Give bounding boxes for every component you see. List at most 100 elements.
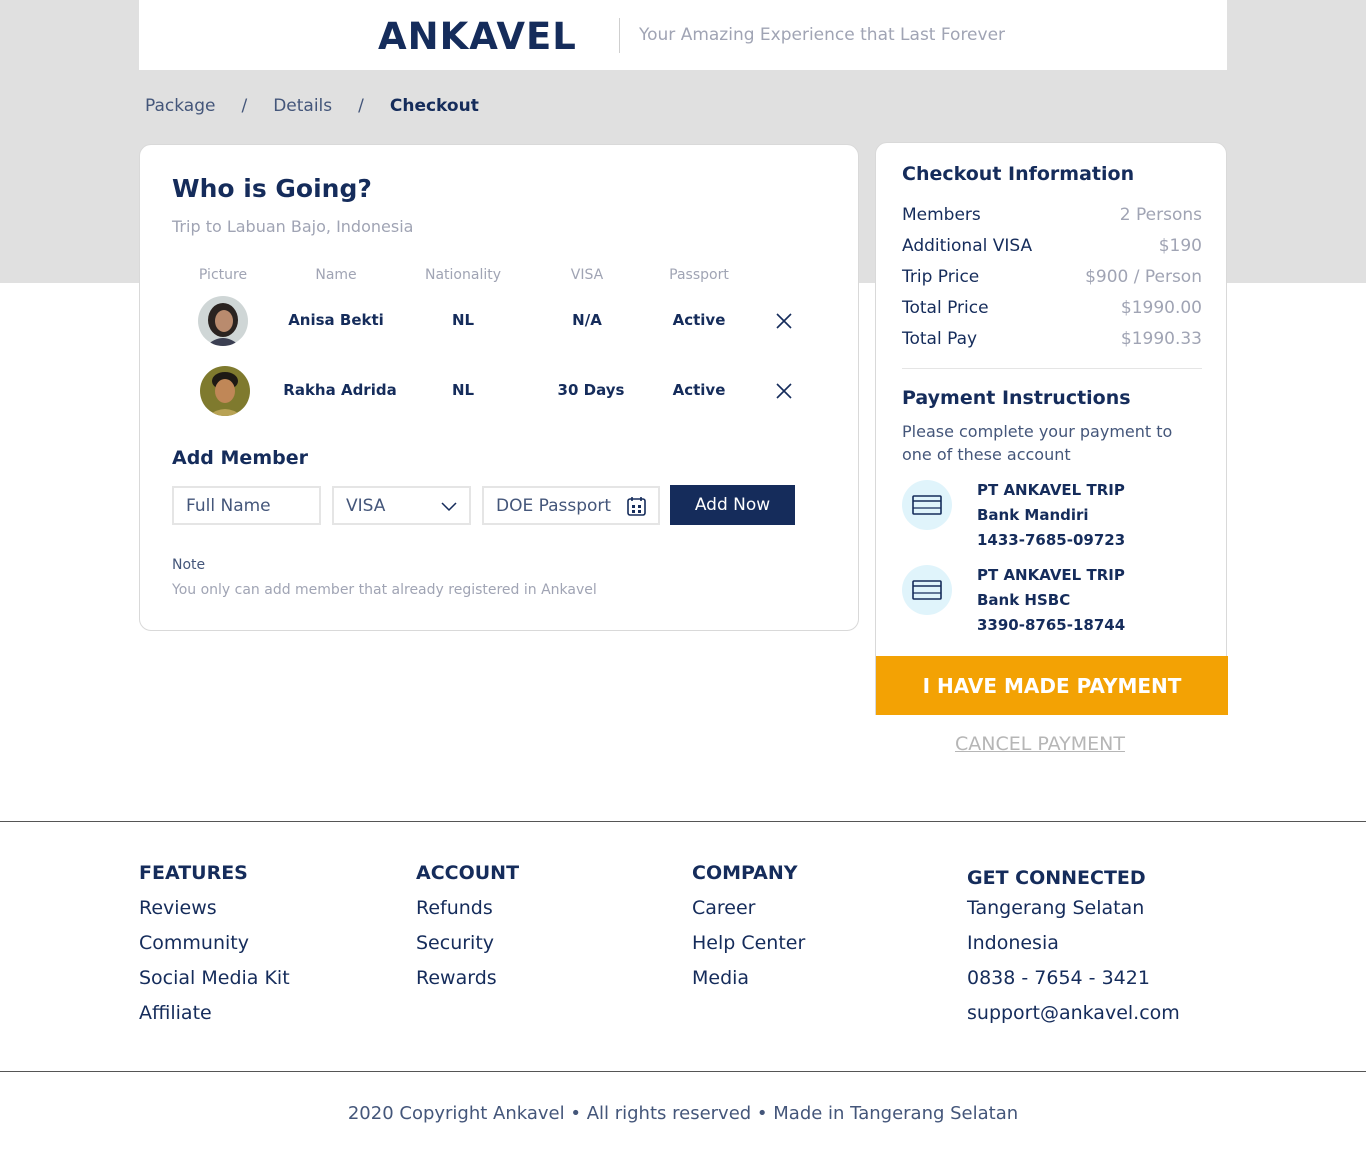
payment-instructions-text: Please complete your payment to one of t… [902,422,1173,464]
member-name: Anisa Bekti [288,311,384,329]
checkout-row-label: Total Price [902,298,989,318]
footer-get-connected: GET CONNECTED Tangerang Selatan Indonesi… [967,867,1180,1036]
visa-select[interactable]: VISA [332,486,471,525]
footer-company: COMPANY Career Help Center Media [692,862,805,1001]
member-visa: N/A [572,311,602,329]
member-nationality: NL [451,311,475,329]
avatar [200,366,250,416]
footer-link[interactable]: Community [139,931,290,966]
bank-account-number: 3390-8765-18744 [977,616,1126,634]
checkout-row: Total Pay $1990.33 [902,329,1202,349]
checkout-row: Additional VISA $190 [902,236,1202,256]
member-name: Rakha Adrida [283,381,397,399]
calendar-icon[interactable] [627,496,646,516]
avatar [198,296,248,346]
passport-date-placeholder: DOE Passport [496,496,612,516]
footer-link[interactable]: Affiliate [139,1001,290,1036]
checkout-row-label: Total Pay [902,329,978,349]
member-passport: Active [672,381,726,399]
bank-account-info: PT ANKAVEL TRIP Bank Mandiri 1433-7685-0… [977,478,1125,553]
footer-heading: COMPANY [692,862,798,884]
close-icon [776,313,792,329]
made-payment-button[interactable]: I HAVE MADE PAYMENT [876,656,1228,715]
breadcrumb-details[interactable]: Details [273,96,332,116]
footer-heading: FEATURES [139,862,248,884]
footer-link[interactable]: Rewards [416,966,519,1001]
breadcrumb-package[interactable]: Package [145,96,215,116]
member-row: Rakha Adrida NL 30 Days Active [140,365,860,425]
footer-heading: GET CONNECTED [967,867,1146,889]
member-row: Anisa Bekti NL N/A Active [140,295,860,355]
footer-link[interactable]: Media [692,966,805,1001]
footer-heading: ACCOUNT [416,862,520,884]
footer-link[interactable]: Help Center [692,931,805,966]
member-visa: 30 Days [557,381,625,399]
footer-link[interactable]: Social Media Kit [139,966,290,1001]
column-header-picture: Picture [198,267,248,283]
checkout-row-value: $1990.00 [1120,298,1202,318]
bank-name: Bank HSBC [977,591,1071,609]
bank-account-info: PT ANKAVEL TRIP Bank HSBC 3390-8765-1874… [977,563,1125,638]
top-navbar: ANKAVEL Your Amazing Experience that Las… [139,0,1227,70]
footer-divider-bottom [0,1071,1366,1072]
footer-link[interactable]: Refunds [416,896,519,931]
checkout-row-value: $190 [1158,236,1202,256]
column-header-passport: Passport [669,267,729,283]
visa-select-value: VISA [346,496,386,516]
checkout-row-label: Additional VISA [902,236,1033,256]
footer-features: FEATURES Reviews Community Social Media … [139,862,290,1036]
column-header-name: Name [315,267,357,283]
full-name-input[interactable] [172,486,321,525]
cancel-payment-link[interactable]: CANCEL PAYMENT [955,733,1125,755]
chevron-down-icon [441,502,457,512]
bank-card-icon [902,565,952,615]
brand-tagline: Your Amazing Experience that Last Foreve… [639,25,1006,45]
remove-member-button[interactable] [774,381,794,401]
bank-account-number: 1433-7685-09723 [977,531,1126,549]
bank-holder: PT ANKAVEL TRIP [977,481,1125,499]
payment-instructions-title: Payment Instructions [902,387,1131,409]
passport-date-field[interactable]: DOE Passport [482,486,660,525]
add-now-button[interactable]: Add Now [670,485,795,525]
column-header-visa: VISA [570,267,604,283]
bank-holder: PT ANKAVEL TRIP [977,566,1125,584]
add-member-title: Add Member [172,447,308,469]
remove-member-button[interactable] [774,311,794,331]
checkout-row: Trip Price $900 / Person [902,267,1202,287]
footer-link[interactable]: Security [416,931,519,966]
member-nationality: NL [451,381,475,399]
logo-divider [619,18,620,53]
note-text: You only can add member that already reg… [172,582,597,598]
checkout-row-value: $1990.33 [1120,329,1202,349]
breadcrumb: Package / Details / Checkout [145,96,479,116]
member-passport: Active [672,311,726,329]
bank-name: Bank Mandiri [977,506,1089,524]
breadcrumb-separator: / [241,96,248,116]
breadcrumb-separator: / [358,96,364,116]
who-is-going-card: Who is Going? Trip to Labuan Bajo, Indon… [139,144,859,631]
footer-divider-top [0,821,1366,822]
checkout-row: Members 2 Persons [902,205,1202,225]
checkout-row-value: 2 Persons [1119,205,1202,225]
footer-contact-address: Tangerang Selatan [967,897,1145,919]
brand-logo[interactable]: ANKAVEL [378,15,577,58]
checkout-row-label: Members [902,205,981,225]
note-label: Note [172,557,206,573]
footer-link[interactable]: Career [692,896,805,931]
footer-account: ACCOUNT Refunds Security Rewards [416,862,519,1001]
checkout-row-label: Trip Price [902,267,980,287]
trip-subtitle: Trip to Labuan Bajo, Indonesia [172,217,414,236]
bank-card-icon [902,480,952,530]
who-title: Who is Going? [172,174,372,203]
column-header-nationality: Nationality [424,267,502,283]
footer-contact-email[interactable]: support@ankavel.com [967,1001,1180,1036]
breadcrumb-checkout: Checkout [389,96,479,116]
footer-contact-phone[interactable]: 0838 - 7654 - 3421 [967,966,1180,1001]
footer-contact-country: Indonesia [967,932,1059,954]
close-icon [776,383,792,399]
footer-link[interactable]: Reviews [139,896,290,931]
copyright-text: 2020 Copyright Ankavel • All rights rese… [347,1103,1019,1124]
checkout-row-value: $900 / Person [1085,267,1202,287]
checkout-row: Total Price $1990.00 [902,298,1202,318]
divider [902,368,1202,369]
